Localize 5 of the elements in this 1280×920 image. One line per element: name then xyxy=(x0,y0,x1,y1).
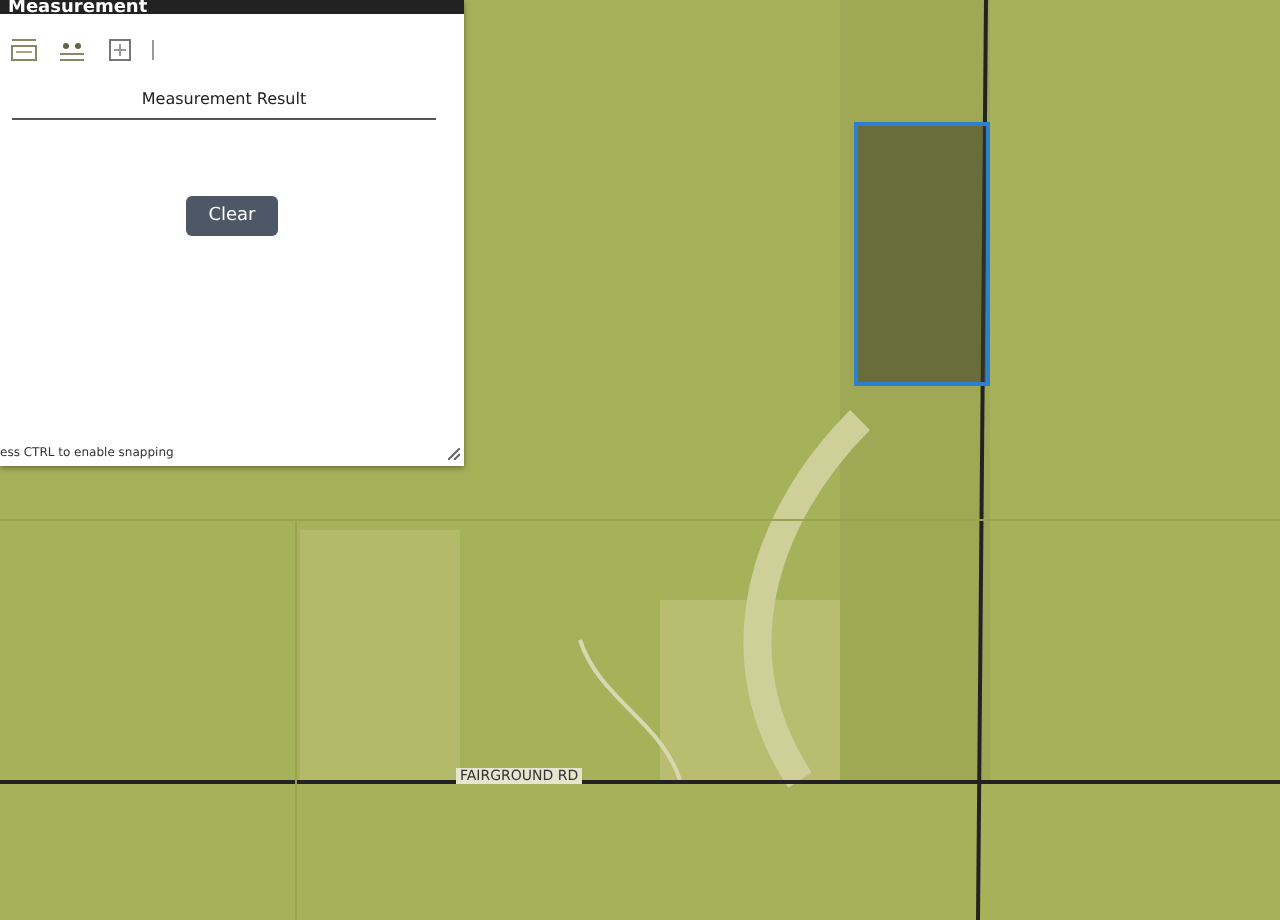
resize-handle-icon[interactable] xyxy=(448,447,460,459)
clear-button[interactable]: Clear xyxy=(186,196,278,236)
location-tool-button[interactable] xyxy=(104,34,136,66)
result-heading: Measurement Result xyxy=(12,90,436,120)
area-tool-button[interactable] xyxy=(8,34,40,66)
